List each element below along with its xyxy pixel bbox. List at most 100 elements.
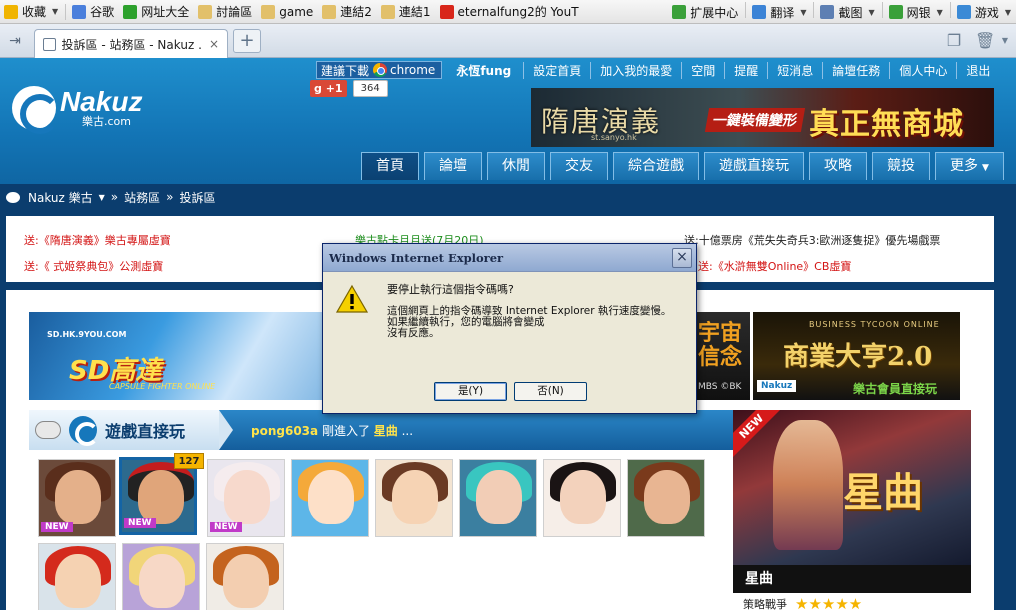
game-thumbnail[interactable] (291, 459, 369, 537)
ticker-action: 剛進入了 (318, 423, 374, 438)
games-section-header: 遊戲直接玩 pong603a 剛進入了 星曲 ... (29, 410, 733, 450)
plus-icon (123, 4, 138, 19)
game-thumbnail[interactable] (206, 543, 284, 610)
ext-center[interactable]: 扩展中心 (668, 2, 743, 22)
tab-title: 投訴區 - 站務區 - Nakuz ... (61, 37, 203, 52)
user-name-link[interactable]: 永恆fung (456, 62, 511, 79)
gamepad-icon (35, 421, 61, 439)
bookmark-label: 网银 (906, 5, 931, 20)
banner-headline: 真正無商城 (809, 107, 964, 142)
games-tool[interactable]: 游戏 ▼ (953, 2, 1016, 22)
divider (813, 2, 815, 18)
restore-window-icon[interactable]: ❐ (944, 32, 964, 50)
breadcrumb-home[interactable]: Nakuz 樂古 (28, 189, 93, 206)
bookmark-label: 截图 (838, 5, 863, 20)
chevron-down-icon[interactable]: ▼ (995, 32, 1015, 50)
space-ad[interactable]: 宇宙 信念 MBS ©BK (696, 312, 750, 400)
game-icon (956, 5, 971, 19)
bank-icon (888, 5, 903, 19)
bookmark-label: game (279, 4, 314, 19)
chevron-down-icon: ▼ (868, 7, 875, 17)
page-icon (43, 37, 56, 51)
google-plus-button[interactable]: g +1 (310, 80, 347, 97)
game-thumbnail[interactable]: NEW (207, 459, 285, 537)
new-tab-button[interactable]: + (233, 29, 261, 53)
link-forum-tasks[interactable]: 論壇任務 (822, 61, 889, 79)
bookmark-link1[interactable]: 連結1 (377, 2, 436, 22)
screenshot-tool[interactable]: 截图 ▼ (816, 2, 879, 22)
bookmark-label: eternalfung2的 YouT (457, 5, 579, 19)
main-nav: 首頁 論壇 休閒 交友 綜合遊戲 遊戲直接玩 攻略 競投 更多 ▼ (361, 152, 1009, 180)
business-tycoon-ad[interactable]: BUSINESS TYCOON ONLINE 商業大亨2.0 Nakuz 樂古會… (753, 312, 960, 400)
game-thumbnail[interactable] (375, 459, 453, 537)
breadcrumb: Nakuz 樂古 ▼ » 站務區 » 投訴區 (0, 184, 1016, 210)
tab-bar: ⇥ 投訴區 - 站務區 - Nakuz ... × + ❐ 🗑 ▼ (0, 24, 1016, 58)
link-logout[interactable]: 退出 (956, 61, 999, 79)
youtube-icon (439, 4, 454, 19)
new-badge: NEW (41, 522, 73, 532)
notice-link[interactable]: 送:《 式姬祭典包》公測虛寶 (24, 258, 163, 274)
game-thumbnail[interactable] (627, 459, 705, 537)
bookmark-label: 連結2 (340, 5, 372, 19)
notice-link[interactable]: 送:《隋唐演義》樂古專屬虛寶 (24, 232, 171, 248)
dialog-question: 要停止執行這個指令碼嗎? (387, 283, 514, 296)
nav-play-now[interactable]: 遊戲直接玩 (704, 152, 804, 180)
nav-forum[interactable]: 論壇 (424, 152, 482, 180)
game-thumbnail[interactable] (459, 459, 537, 537)
sidebar-toggle-icon[interactable]: ⇥ (6, 32, 24, 50)
close-tab-icon[interactable]: × (209, 37, 219, 51)
nav-auction[interactable]: 競投 (872, 152, 930, 180)
bookmarks-right: 扩展中心 翻译 ▼ 截图 ▼ 网银 ▼ 游戏 ▼ (668, 2, 1016, 22)
bookmark-forum[interactable]: 討論區 (194, 2, 257, 22)
game-thumbnail[interactable] (38, 543, 116, 610)
download-chrome-button[interactable]: 建議下載 chrome (316, 61, 443, 79)
bookmark-favorites[interactable]: 收藏 ▼ (0, 2, 63, 22)
nav-social[interactable]: 交友 (550, 152, 608, 180)
ticker-game[interactable]: 星曲 (374, 424, 398, 438)
nav-guides[interactable]: 攻略 (809, 152, 867, 180)
ticker-user[interactable]: pong603a (251, 424, 318, 438)
bookmark-link2[interactable]: 連結2 (318, 2, 377, 22)
bookmark-google[interactable]: 谷歌 (68, 2, 119, 22)
header-ad-banner[interactable]: 隋唐演義 st.sanyo.hk 一鍵裝備變形 真正無商城 (531, 88, 994, 147)
ad-title: 商業大亨2.0 (783, 342, 933, 372)
game-thumbnail[interactable] (543, 459, 621, 537)
close-icon[interactable]: × (672, 248, 692, 268)
top-links: 建議下載 chrome 永恆fung 設定首頁 加入我的最愛 空間 提醒 短消息… (316, 61, 999, 79)
trash-icon[interactable]: 🗑 (975, 32, 995, 50)
game-thumbnail[interactable] (122, 543, 200, 610)
nav-games[interactable]: 綜合遊戲 (613, 152, 699, 180)
yes-button[interactable]: 是(Y) (434, 382, 507, 401)
bookmark-youtube[interactable]: eternalfung2的 YouT (436, 2, 584, 22)
nav-home[interactable]: 首頁 (361, 152, 419, 180)
featured-game-ad[interactable]: NEW 星曲 (733, 410, 971, 565)
link-messages[interactable]: 短消息 (767, 61, 822, 79)
ebank-tool[interactable]: 网银 ▼ (885, 2, 948, 22)
no-button[interactable]: 否(N) (514, 382, 587, 401)
bookmark-game[interactable]: game (257, 2, 318, 22)
link-space[interactable]: 空間 (681, 61, 724, 79)
notice-link[interactable]: 送:《水滸無雙Online》CB虛寶 (698, 258, 851, 274)
link-add-favorite[interactable]: 加入我的最愛 (590, 61, 681, 79)
nav-more[interactable]: 更多 ▼ (935, 152, 1004, 180)
translate-tool[interactable]: 翻译 ▼ (748, 2, 811, 22)
game-thumbnail[interactable]: NEW (38, 459, 116, 537)
link-personal-center[interactable]: 個人中心 (889, 61, 956, 79)
breadcrumb-admin[interactable]: 站務區 (124, 189, 160, 206)
featured-game-name[interactable]: 星曲 (733, 565, 971, 593)
translate-icon (752, 5, 767, 19)
notice-link[interactable]: 送:十億票房《荒失失奇兵3:歐洲逐隻捉》優先場戲票 (684, 232, 940, 248)
chevron-down-icon: ▼ (52, 7, 59, 16)
chevron-down-icon[interactable]: ▼ (99, 193, 105, 202)
divider (949, 2, 951, 18)
player-count-badge: 127 (174, 453, 204, 469)
bookmark-hao123[interactable]: 网址大全 (119, 2, 194, 22)
breadcrumb-complaints[interactable]: 投訴區 (180, 189, 216, 206)
nav-leisure[interactable]: 休閒 (487, 152, 545, 180)
site-logo[interactable]: Nakuz 樂古.com (12, 86, 142, 134)
link-reminder[interactable]: 提醒 (724, 61, 767, 79)
link-set-homepage[interactable]: 設定首頁 (523, 61, 590, 79)
google-plus-widget: g +1 364 (310, 80, 388, 97)
tab-active[interactable]: 投訴區 - 站務區 - Nakuz ... × (34, 29, 228, 58)
sd-gundam-ad[interactable]: SD.HK.9YOU.COM SD高達 CAPSULE FIGHTER ONLI… (29, 312, 329, 400)
